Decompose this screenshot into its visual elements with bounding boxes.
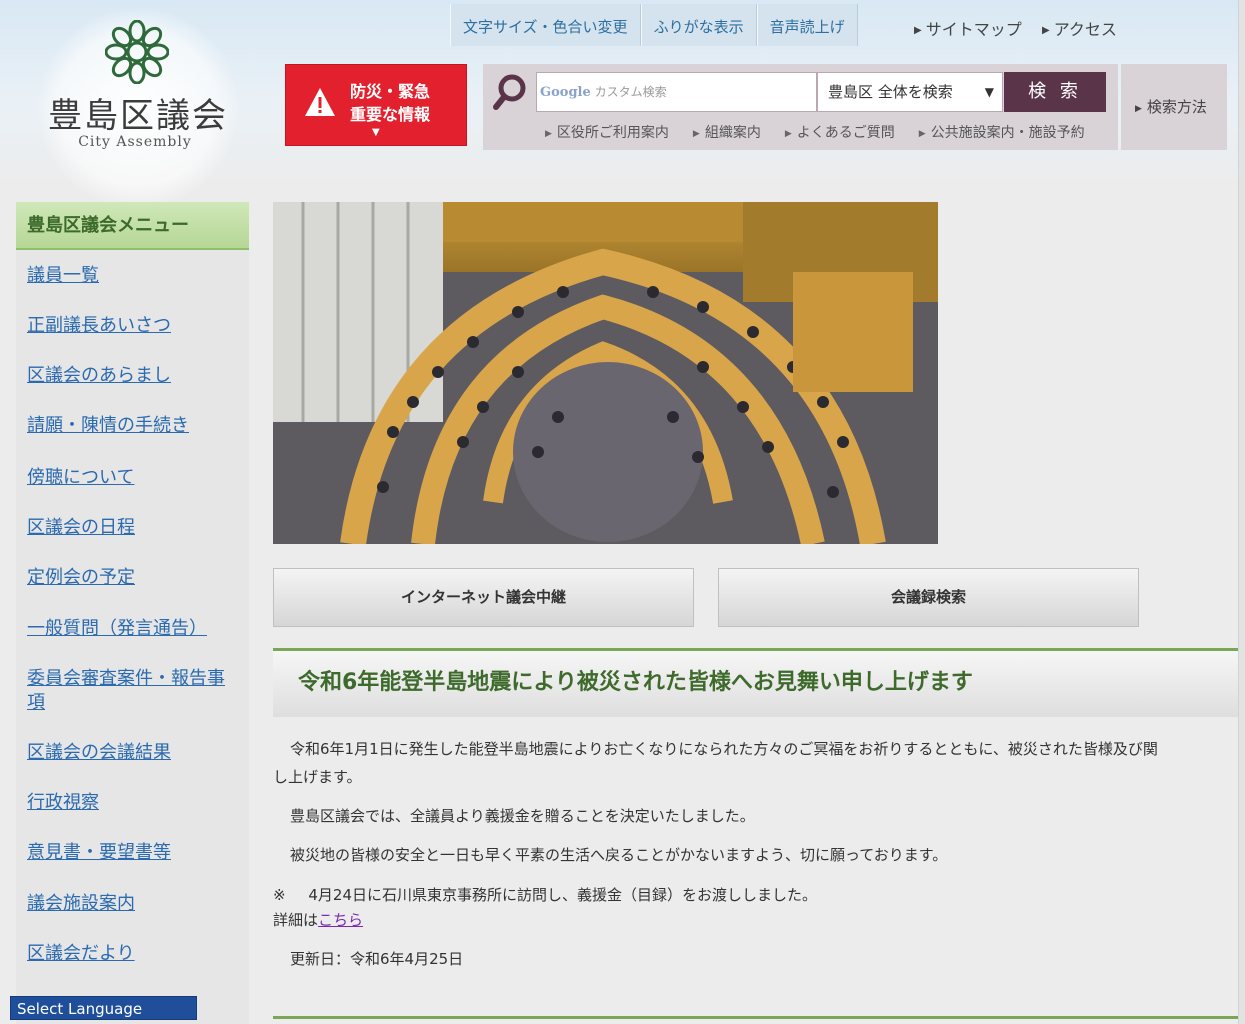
furigana-button[interactable]: ふりがな表示 bbox=[640, 4, 757, 46]
search-scope-value: 豊島区 全体を検索 bbox=[828, 83, 953, 101]
triangle-right-icon: ▶ bbox=[545, 129, 552, 139]
search-help-label: 検索方法 bbox=[1146, 98, 1207, 116]
notice-paragraph-2: 豊島区議会では、全議員より義援金を贈ることを決定いたしました。 bbox=[290, 807, 755, 825]
access-link[interactable]: ▶ アクセス bbox=[1042, 16, 1117, 40]
sidebar-item-inspections[interactable]: 行政視察 bbox=[16, 791, 109, 815]
quick-link-label: よくあるご質問 bbox=[796, 125, 895, 141]
quick-link-facilities[interactable]: ▶ 公共施設案内・施設予約 bbox=[919, 122, 1097, 142]
quick-link-city-office[interactable]: ▶ 区役所ご利用案内 bbox=[545, 122, 681, 142]
search-panel: Google カスタム検索 豊島区 全体を検索 ▼ 検 索 ▶ 区役所ご利用案内 … bbox=[483, 64, 1118, 150]
language-select[interactable]: Select Language bbox=[10, 996, 197, 1020]
google-mark: Google bbox=[540, 85, 591, 100]
triangle-right-icon: ▶ bbox=[914, 25, 922, 36]
notice-title: 令和6年能登半島地震により被災された皆様へお見舞い申し上げます bbox=[273, 648, 1238, 717]
emergency-line2: 重要な情報 bbox=[350, 105, 431, 124]
notice-paragraph-1a: 令和6年1月1日に発生した能登半島地震によりお亡くなりになられた方々のご冥福をお… bbox=[290, 740, 1158, 758]
triangle-right-icon: ▶ bbox=[784, 129, 792, 139]
chevron-down-icon: ▼ bbox=[372, 127, 380, 138]
sidebar-item-results[interactable]: 区議会の会議結果 bbox=[16, 741, 181, 765]
site-logo-subtitle: City Assembly bbox=[78, 134, 192, 150]
sidebar-item-members[interactable]: 議員一覧 bbox=[16, 264, 109, 288]
chevron-down-icon: ▼ bbox=[984, 85, 994, 99]
search-scope-select[interactable]: 豊島区 全体を検索 ▼ bbox=[817, 72, 1003, 112]
note-mark: ※ bbox=[273, 886, 286, 904]
search-button[interactable]: 検 索 bbox=[1004, 72, 1106, 112]
emergency-info-button[interactable]: 防災・緊急 重要な情報 ▼ bbox=[285, 64, 467, 146]
search-icon bbox=[493, 74, 526, 110]
quick-link-faq[interactable]: ▶ よくあるご質問 bbox=[785, 122, 907, 142]
sidebar-item-facilities[interactable]: 議会施設案内 bbox=[16, 892, 145, 916]
sidebar-item-committee-items[interactable]: 委員会審査案件・報告事項 bbox=[16, 667, 249, 715]
sitemap-label: サイトマップ bbox=[925, 20, 1022, 39]
sidebar-item-regular-sessions[interactable]: 定例会の予定 bbox=[16, 566, 145, 590]
access-label: アクセス bbox=[1053, 20, 1117, 39]
internet-broadcast-button[interactable]: インターネット議会中継 bbox=[273, 568, 694, 627]
sidebar-title: 豊島区議会メニュー bbox=[16, 202, 249, 250]
detail-prefix: 詳細は bbox=[273, 911, 319, 929]
sitemap-link[interactable]: ▶ サイトマップ bbox=[914, 16, 1022, 40]
triangle-right-icon: ▶ bbox=[692, 129, 700, 139]
quick-link-label: 公共施設案内・施設予約 bbox=[930, 125, 1085, 141]
triangle-right-icon: ▶ bbox=[1135, 104, 1142, 114]
notice-paragraph-1b: し上げます。 bbox=[273, 768, 362, 786]
site-header: 豊島区議会 City Assembly 文字サイズ・色合い変更 ふりがな表示 音… bbox=[0, 0, 1245, 208]
minutes-search-button[interactable]: 会議録検索 bbox=[718, 568, 1139, 627]
text-size-color-button[interactable]: 文字サイズ・色合い変更 bbox=[450, 4, 641, 46]
search-help-link[interactable]: ▶ 検索方法 bbox=[1121, 64, 1227, 150]
site-logo-title[interactable]: 豊島区議会 bbox=[48, 88, 228, 137]
search-placeholder: カスタム検索 bbox=[594, 85, 667, 99]
quick-link-label: 区役所ご利用案内 bbox=[556, 125, 669, 141]
sidebar-item-schedule[interactable]: 区議会の日程 bbox=[16, 516, 145, 540]
audio-read-button[interactable]: 音声読上げ bbox=[756, 4, 858, 46]
quick-link-label: 組織案内 bbox=[704, 125, 761, 141]
sidebar-item-petitions[interactable]: 請願・陳情の手続き bbox=[16, 414, 199, 438]
emergency-line1: 防災・緊急 bbox=[350, 82, 431, 101]
triangle-right-icon: ▶ bbox=[1042, 25, 1050, 36]
notice-paragraph-3: 被災地の皆様の安全と一日も早く平素の生活へ戻ることがかないますよう、切に願ってお… bbox=[290, 846, 948, 864]
quick-links: ▶ 区役所ご利用案内 ▶ 組織案内 ▶ よくあるご質問 ▶ 公共施設案内・施設予約 bbox=[545, 122, 1109, 142]
sidebar-item-general-questions[interactable]: 一般質問（発言通告） bbox=[16, 617, 217, 641]
warning-icon bbox=[305, 88, 335, 116]
scrollbar[interactable] bbox=[1238, 0, 1245, 1024]
detail-link[interactable]: こちら bbox=[318, 911, 363, 929]
search-input[interactable]: Google カスタム検索 bbox=[536, 72, 817, 112]
utility-bar: 文字サイズ・色合い変更 ふりがな表示 音声読上げ bbox=[450, 4, 858, 46]
sidebar-item-newsletter[interactable]: 区議会だより bbox=[16, 942, 145, 966]
section-divider bbox=[273, 1016, 1238, 1019]
sidebar-item-observation[interactable]: 傍聴について bbox=[16, 466, 144, 490]
quick-link-organization[interactable]: ▶ 組織案内 bbox=[693, 122, 773, 142]
notice-detail: 詳細はこちら bbox=[273, 909, 363, 930]
assembly-hall-photo bbox=[273, 202, 938, 544]
sidebar-item-overview[interactable]: 区議会のあらまし bbox=[16, 364, 181, 388]
chrysanthemum-emblem-icon bbox=[105, 20, 169, 84]
note-text: 4月24日に石川県東京事務所に訪問し、義援金（目録）をお渡ししました。 bbox=[308, 886, 817, 904]
notice-note: ※ 4月24日に石川県東京事務所に訪問し、義援金（目録）をお渡ししました。 bbox=[273, 884, 817, 905]
triangle-right-icon: ▶ bbox=[918, 129, 926, 139]
sidebar-menu: 豊島区議会メニュー 議員一覧 正副議長あいさつ 区議会のあらまし 請願・陳情の手… bbox=[16, 202, 249, 1024]
sidebar-item-chair-greeting[interactable]: 正副議長あいさつ bbox=[16, 314, 181, 338]
sidebar-item-opinions[interactable]: 意見書・要望書等 bbox=[16, 841, 181, 865]
updated-date: 更新日：令和6年4月25日 bbox=[290, 950, 464, 968]
